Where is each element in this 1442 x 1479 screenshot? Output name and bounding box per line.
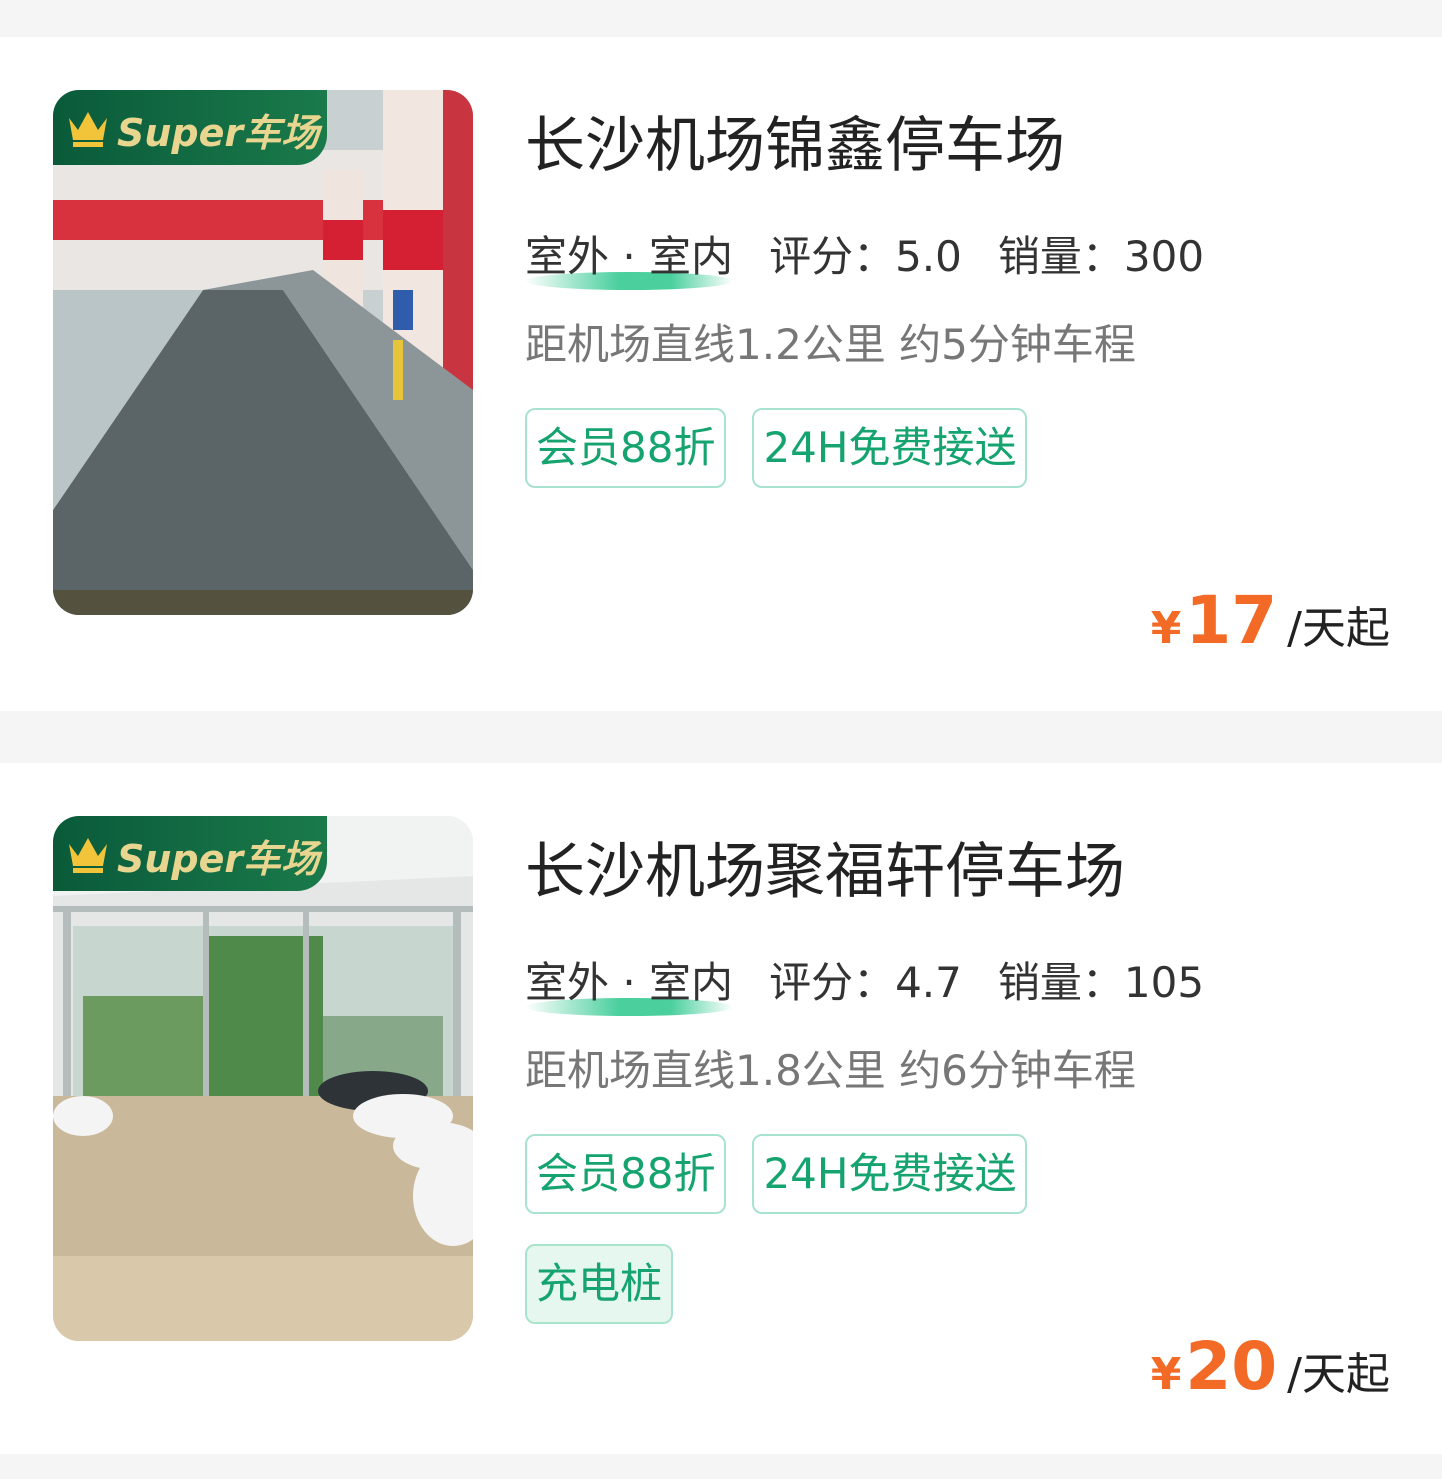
sales-value: 300 [1123,232,1205,281]
sales-label: 销量： [997,958,1124,1007]
lot-distance: 距机场直线1.8公里 约6分钟车程 [525,1046,1136,1095]
lot-meta: 室外 · 室内 评分：4.7 销量：105 [525,949,1205,1016]
sales-value: 105 [1123,958,1205,1007]
currency-symbol: ¥ [1150,603,1182,654]
price-unit: /天起 [1287,1349,1390,1400]
parking-lot-photo: Super车场 [53,816,473,1341]
currency-symbol: ¥ [1150,1349,1182,1400]
sales-label: 销量： [997,232,1124,281]
lot-tags: 会员88折 24H免费接送 充电桩 [525,1134,1385,1354]
badge-label: Super车场 [117,111,320,155]
parking-lot-card[interactable]: Super车场 长沙机场聚福轩停车场 室外 · 室内 评分：4.7 销量：105 … [0,763,1442,1454]
price-unit: /天起 [1287,603,1390,654]
lot-type-label: 室外 · 室内 [525,232,734,281]
tent-garage-image [53,816,473,1341]
rating-label: 评分： [769,232,896,281]
parking-lot-card[interactable]: Super车场 长沙机场锦鑫停车场 室外 · 室内 评分：5.0 销量：300 距… [0,37,1442,711]
parking-lot-photo: Super车场 [53,90,473,615]
badge-label: Super车场 [117,837,320,881]
tag-charging-pile: 充电桩 [525,1244,674,1324]
lot-name: 长沙机场锦鑫停车场 [525,111,1065,181]
super-lot-badge: Super车场 [53,90,327,165]
lot-meta: 室外 · 室内 评分：5.0 销量：300 [525,223,1205,290]
tag-member-discount: 会员88折 [525,408,727,488]
tag-free-shuttle: 24H免费接送 [752,1134,1028,1214]
lot-price: ¥17/天起 [1151,582,1390,659]
lot-price: ¥20/天起 [1151,1328,1390,1405]
lot-distance: 距机场直线1.2公里 约5分钟车程 [525,320,1136,369]
crown-icon [69,112,107,147]
lot-name: 长沙机场聚福轩停车场 [525,837,1125,907]
lot-type-label: 室外 · 室内 [525,958,734,1007]
tag-free-shuttle: 24H免费接送 [752,408,1028,488]
tag-member-discount: 会员88折 [525,1134,727,1214]
indoor-garage-image [53,90,473,615]
lot-type: 室外 · 室内 [525,949,734,1016]
rating-value: 4.7 [895,958,962,1007]
super-lot-badge: Super车场 [53,816,327,891]
rating-label: 评分： [769,958,896,1007]
lot-tags: 会员88折 24H免费接送 [525,408,1385,518]
price-value: 17 [1185,582,1278,659]
parking-lot-list: Super车场 长沙机场锦鑫停车场 室外 · 室内 评分：5.0 销量：300 距… [0,0,1442,1479]
rating-value: 5.0 [895,232,962,281]
crown-icon [69,838,107,873]
price-value: 20 [1185,1328,1278,1405]
lot-type: 室外 · 室内 [525,223,734,290]
